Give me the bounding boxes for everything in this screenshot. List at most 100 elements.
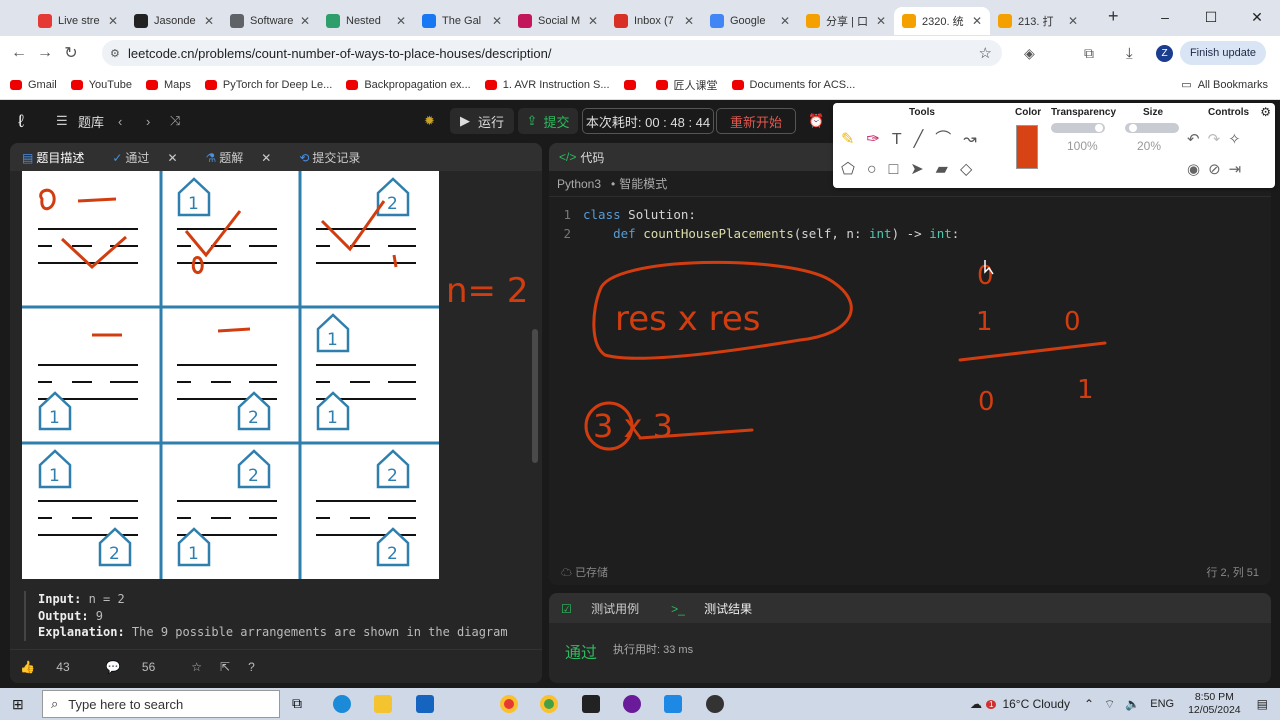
obs-icon[interactable] [706, 695, 724, 713]
browser-tab[interactable]: Inbox (7 ✕ [606, 7, 702, 35]
tab-close-icon[interactable]: ✕ [204, 14, 214, 28]
bookmark-item[interactable]: Documents for ACS... [731, 79, 855, 91]
all-bookmarks[interactable]: ▭ All Bookmarks [1181, 78, 1268, 92]
reload-button[interactable]: ↻ [58, 43, 84, 63]
github-desktop-icon[interactable] [623, 695, 641, 713]
run-button[interactable]: ▶ 运行 [450, 108, 514, 134]
tab-close-icon[interactable]: ✕ [396, 14, 406, 28]
close-window-button[interactable]: ✕ [1234, 0, 1280, 34]
chrome-profile-icon[interactable] [540, 695, 558, 713]
vscode-icon[interactable] [664, 695, 682, 713]
transparency-slider[interactable] [1051, 123, 1105, 133]
pointer-icon[interactable]: ➤ [910, 161, 935, 178]
site-info-icon[interactable]: ⚙ [110, 47, 120, 60]
camera-icon[interactable]: ◉ [1187, 161, 1208, 178]
highlighter-icon[interactable]: ✎ [841, 131, 866, 148]
tab-description-2[interactable]: ⚗ 题解 ✕ [206, 149, 286, 166]
volume-icon[interactable]: 🔈 [1125, 697, 1140, 711]
browser-tab[interactable]: Social M ✕ [510, 7, 606, 35]
browser-tab[interactable]: Google ✕ [702, 7, 798, 35]
edge-icon[interactable] [333, 695, 351, 713]
color-swatch[interactable] [1016, 125, 1038, 169]
hide-icon[interactable]: ⊘ [1208, 161, 1229, 178]
tab-testcase[interactable]: ☑ 测试用例 [561, 600, 655, 617]
settings-gear-icon[interactable]: ⚙ [1260, 105, 1271, 119]
tab-close-icon[interactable]: ✕ [492, 14, 502, 28]
pentagon-icon[interactable]: ⬠ [841, 161, 867, 178]
clear-icon[interactable]: ◇ [960, 161, 984, 178]
outlook-icon[interactable] [416, 695, 434, 713]
profile-avatar[interactable]: Z [1156, 45, 1173, 62]
task-view-icon[interactable]: ⧉ [292, 695, 302, 712]
tab-close-icon[interactable]: ✕ [780, 14, 790, 28]
redo-icon[interactable]: ↷ [1208, 131, 1229, 148]
address-bar[interactable]: ⚙ leetcode.cn/problems/count-number-of-w… [102, 40, 1002, 66]
maximize-button[interactable]: ☐ [1188, 0, 1234, 34]
tab-description-0[interactable]: ▤ 题目描述 [22, 149, 98, 166]
size-slider[interactable] [1125, 123, 1179, 133]
new-tab-button[interactable]: + [1108, 6, 1119, 27]
restart-button[interactable]: 重新开始 [716, 108, 796, 134]
line-icon[interactable]: ╱ [914, 131, 936, 148]
tab-close-icon[interactable]: ✕ [972, 14, 982, 28]
help-icon[interactable]: ? [248, 660, 255, 674]
bookmark-item[interactable]: Backpropagation ex... [346, 79, 471, 91]
alarm-icon[interactable]: ⏰ [808, 113, 824, 129]
tab-close-icon[interactable]: ✕ [108, 14, 118, 28]
code-line[interactable]: 1 class Solution: [549, 205, 959, 224]
chrome-icon[interactable] [500, 695, 518, 713]
extensions-puzzle-icon[interactable]: ⧉ [1084, 45, 1094, 62]
language-indicator[interactable]: ENG [1150, 698, 1174, 710]
circle-icon[interactable]: ○ [867, 161, 889, 178]
tab-close-icon[interactable]: ✕ [167, 151, 177, 165]
prev-problem-icon[interactable]: ‹ [118, 114, 122, 129]
bookmark-item[interactable]: PyTorch for Deep Le... [204, 79, 332, 91]
arrow-icon[interactable]: ↝ [963, 131, 988, 148]
tab-close-icon[interactable]: ✕ [588, 14, 598, 28]
tab-close-icon[interactable]: ✕ [300, 14, 310, 28]
problem-list-link[interactable]: 题库 [78, 112, 104, 131]
leetcode-logo-icon[interactable]: ℓ [18, 111, 24, 132]
tab-test-result[interactable]: >_ 测试结果 [671, 600, 768, 617]
terminal-app-icon[interactable] [582, 695, 600, 713]
eraser-icon[interactable]: ▰ [936, 161, 960, 178]
tab-close-icon[interactable]: ✕ [684, 14, 694, 28]
forward-button[interactable]: → [32, 44, 58, 62]
tab-description-3[interactable]: ⟲ 提交记录 [299, 149, 374, 166]
browser-tab[interactable]: 分享 | 口 ✕ [798, 7, 894, 35]
submit-button[interactable]: ⇪ 提交 [518, 108, 578, 134]
share-icon[interactable]: ⇱ [220, 660, 230, 674]
extension-icon[interactable]: ◈ [1024, 45, 1035, 62]
download-icon[interactable]: ⤓ [1126, 45, 1133, 62]
language-select[interactable]: Python3 [557, 177, 601, 191]
code-line[interactable]: 2 def countHousePlacements (self, n: int)… [549, 224, 959, 243]
tab-close-icon[interactable]: ✕ [1068, 14, 1078, 28]
debug-icon[interactable]: ✹ [424, 113, 435, 129]
exit-icon[interactable]: ⇥ [1229, 161, 1250, 178]
next-problem-icon[interactable]: › [146, 114, 150, 129]
text-icon[interactable]: T [892, 131, 914, 148]
tab-close-icon[interactable]: ✕ [261, 151, 271, 165]
undo-icon[interactable]: ↶ [1187, 131, 1208, 148]
tab-close-icon[interactable]: ✕ [876, 14, 886, 28]
bookmark-item[interactable]: Maps [145, 79, 191, 91]
back-button[interactable]: ← [6, 44, 32, 62]
bookmark-item[interactable]: YouTube [70, 79, 132, 91]
taskbar-search[interactable]: ⌕ Type here to search [42, 690, 280, 718]
clock[interactable]: 8:50 PM 12/05/2024 [1188, 691, 1241, 717]
bookmark-item[interactable] [623, 79, 642, 90]
browser-tab[interactable]: Jasonde ✕ [126, 7, 222, 35]
browser-tab[interactable]: Live stre ✕ [30, 7, 126, 35]
comments-button[interactable]: 💬 56 [106, 660, 174, 674]
like-button[interactable]: 👍 43 [20, 660, 88, 674]
bookmark-item[interactable]: 匠人课堂 [655, 77, 718, 93]
browser-tab[interactable]: Software ✕ [222, 7, 318, 35]
left-scrollbar[interactable] [532, 329, 538, 463]
bookmark-item[interactable]: Gmail [10, 79, 57, 91]
code-editor[interactable]: 1 class Solution: 2 def countHousePlacemen… [549, 205, 959, 243]
smart-mode-toggle[interactable]: 智能模式 [619, 175, 667, 192]
file-explorer-icon[interactable] [374, 695, 392, 713]
curve-icon[interactable]: ⌒ [935, 131, 963, 148]
browser-tab[interactable]: Nested ✕ [318, 7, 414, 35]
notification-center-icon[interactable]: ▤ [1257, 697, 1268, 711]
